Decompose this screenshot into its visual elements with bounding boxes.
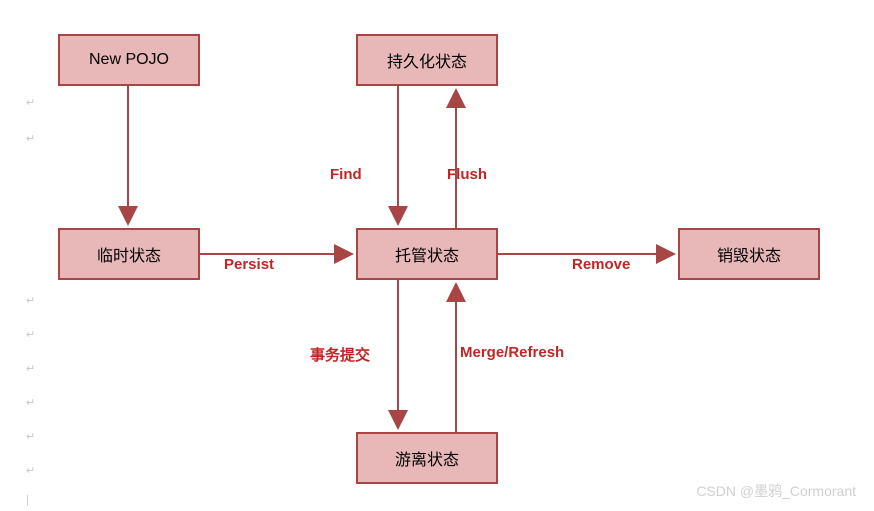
box-transient: 临时状态 bbox=[58, 228, 200, 280]
box-detached: 游离状态 bbox=[356, 432, 498, 484]
tick-mark: ↵ bbox=[26, 328, 35, 341]
tick-mark: ↵ bbox=[26, 430, 35, 443]
box-managed: 托管状态 bbox=[356, 228, 498, 280]
label-flush: Flush bbox=[447, 166, 487, 183]
label-remove: Remove bbox=[572, 256, 630, 273]
watermark: CSDN @墨鸦_Cormorant bbox=[696, 481, 856, 501]
label-persist: Persist bbox=[224, 256, 274, 273]
label-commit: 事务提交 bbox=[310, 344, 370, 365]
tick-mark: ↵ bbox=[26, 396, 35, 409]
tick-mark: ↵ bbox=[26, 464, 35, 477]
tick-mark: ↵ bbox=[26, 294, 35, 307]
box-removed: 销毁状态 bbox=[678, 228, 820, 280]
tick-mark: ↵ bbox=[26, 362, 35, 375]
label-merge: Merge/Refresh bbox=[460, 344, 564, 361]
tick-mark: | bbox=[26, 494, 29, 506]
box-new-pojo: New POJO bbox=[58, 34, 200, 86]
box-persistent: 持久化状态 bbox=[356, 34, 498, 86]
label-find: Find bbox=[330, 166, 362, 183]
tick-mark: ↵ bbox=[26, 96, 35, 109]
entity-state-diagram: New POJO 持久化状态 临时状态 托管状态 销毁状态 游离状态 Persi… bbox=[0, 0, 874, 511]
tick-mark: ↵ bbox=[26, 132, 35, 145]
